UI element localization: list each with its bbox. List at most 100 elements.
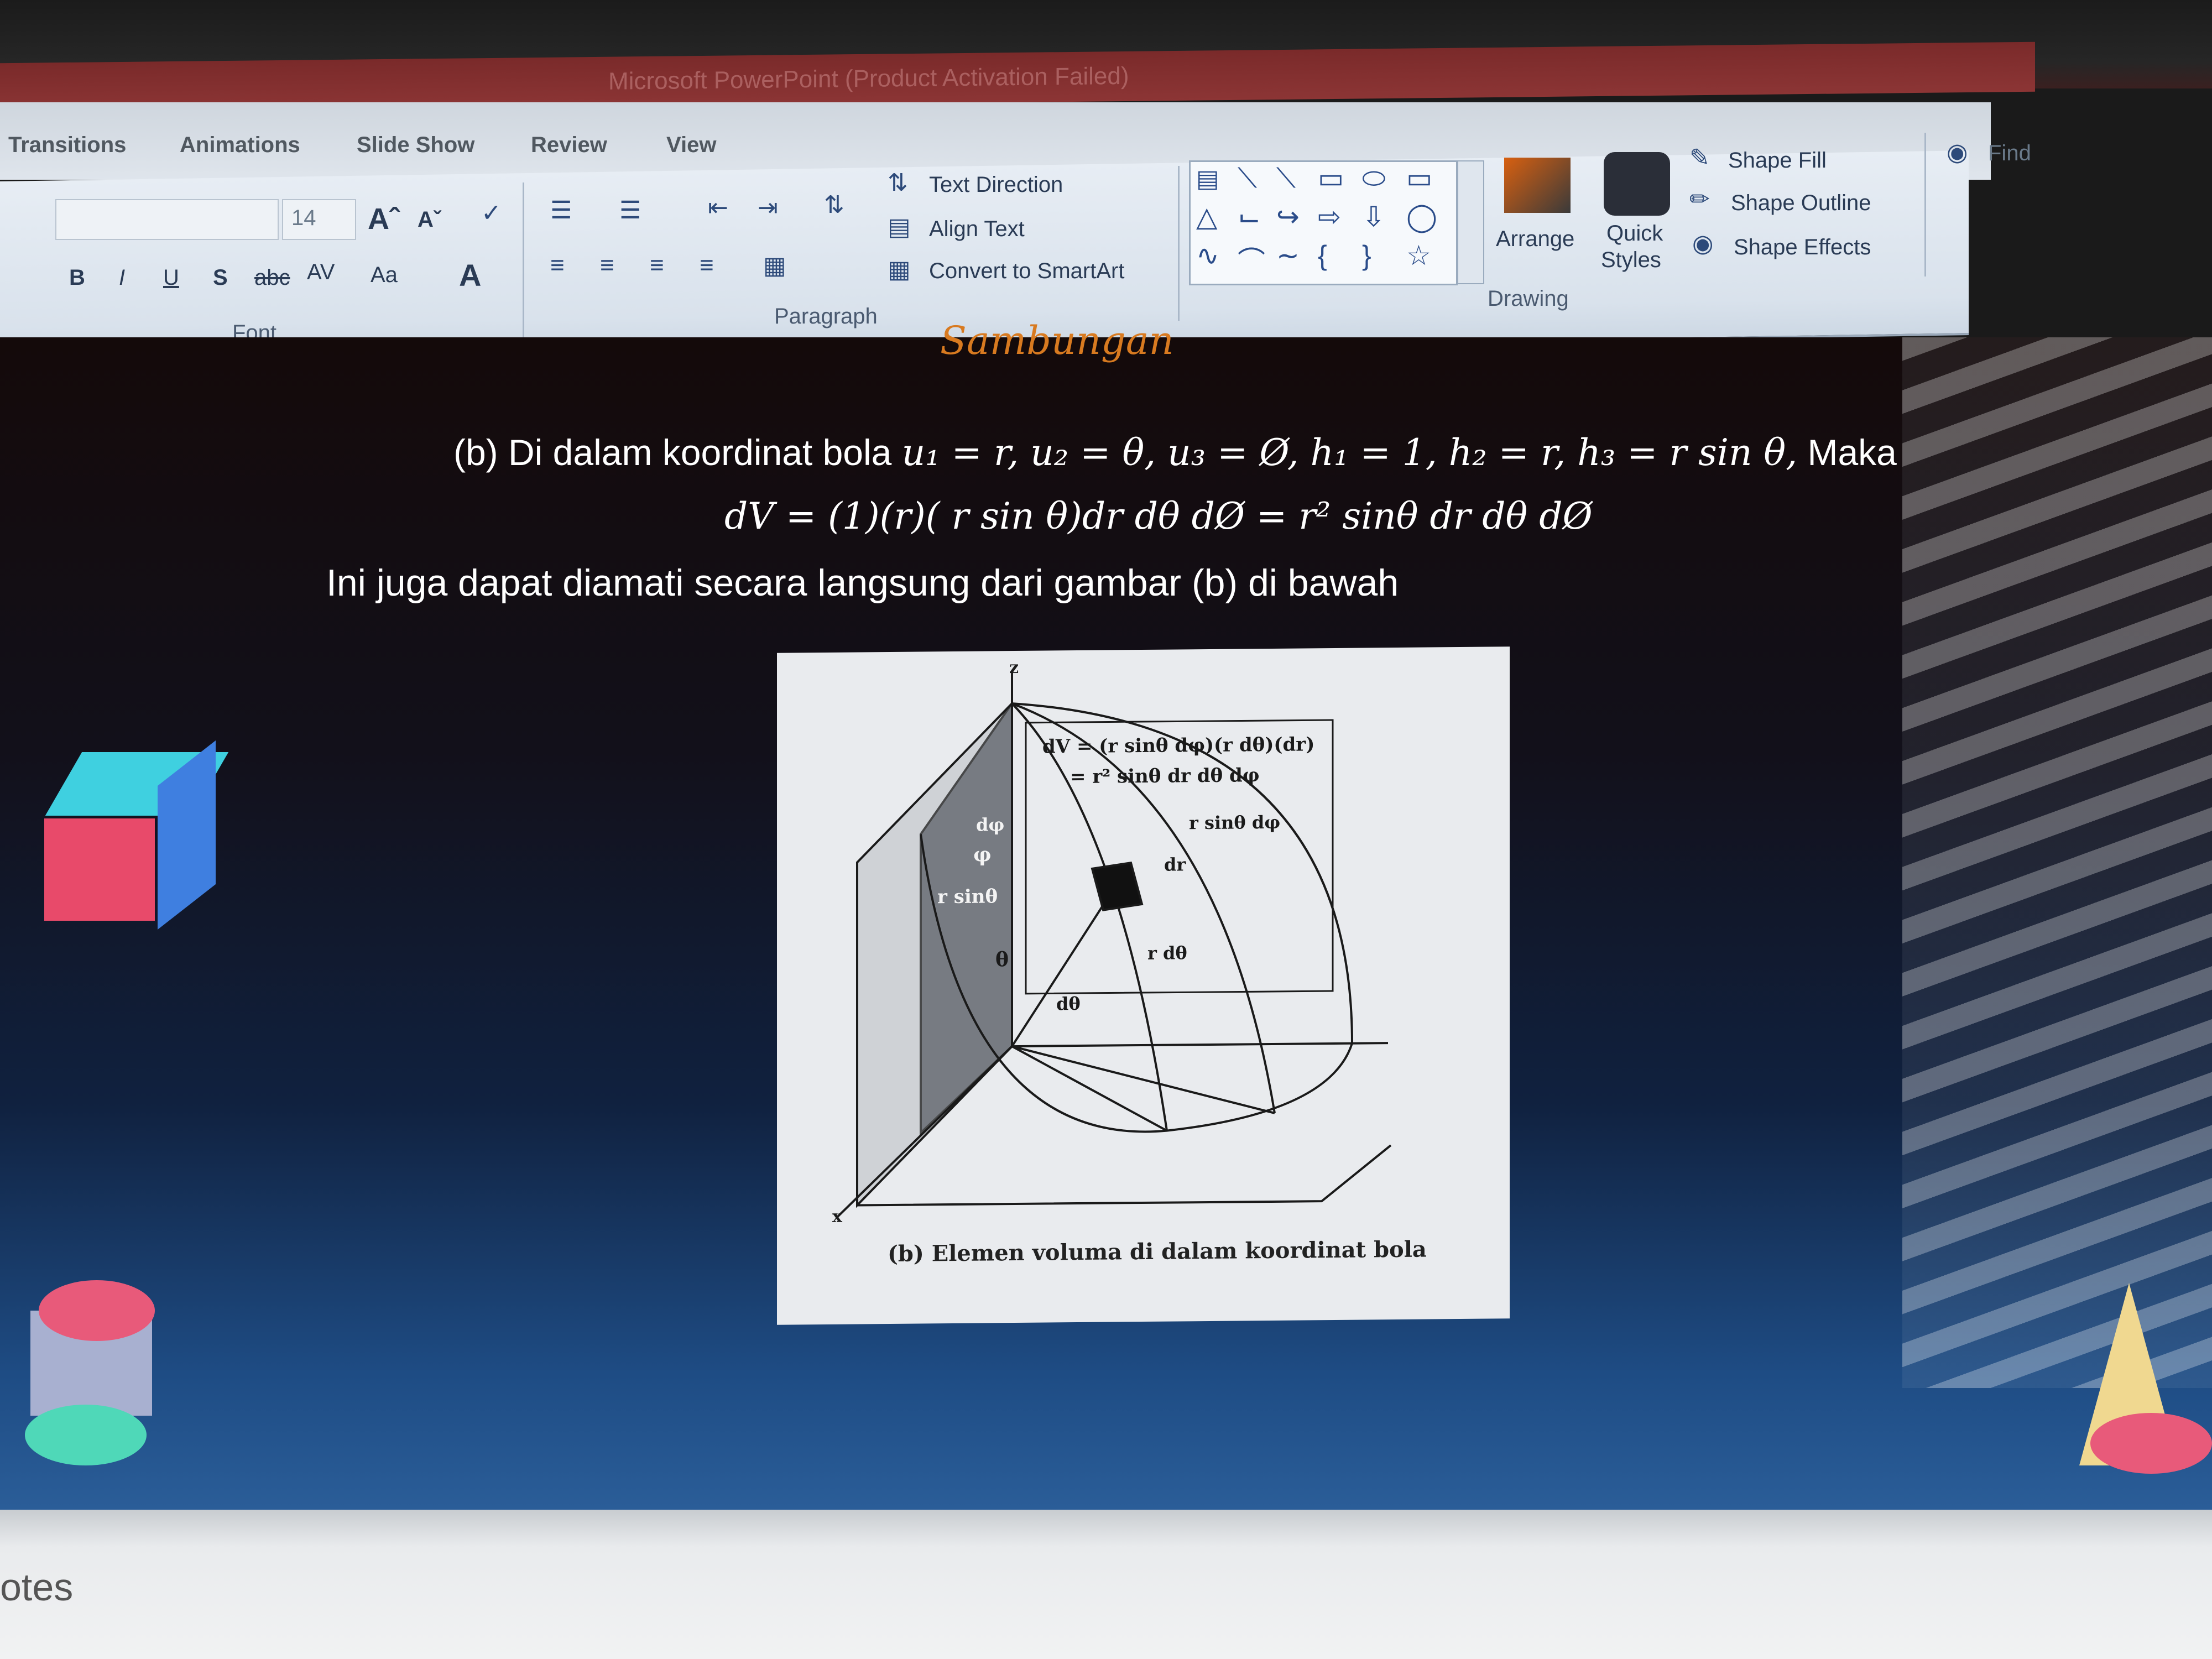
align-right-icon[interactable]: ≡ — [650, 252, 664, 279]
drawing-group-label: Drawing — [1488, 286, 1569, 311]
y-axis-line — [1012, 1042, 1388, 1048]
axis-z-label: z — [1009, 658, 1019, 677]
tab-animations[interactable]: Animations — [180, 133, 300, 158]
slide-subtitle: Sambungan — [940, 318, 1174, 363]
text-direction-icon: ⇅ — [888, 169, 908, 196]
group-separator — [1178, 166, 1180, 321]
align-text-icon: ▤ — [888, 213, 911, 241]
slide-text-line-1: (b) Di dalam koordinat bola u₁ = r, u₂ =… — [453, 431, 1897, 474]
line1-math: u₁ = r, u₂ = θ, u₃ = Ø, h₁ = 1, h₂ = r, … — [901, 431, 1798, 474]
convert-smartart-button[interactable]: Convert to SmartArt — [929, 259, 1124, 284]
elbow-arrow-shape-icon[interactable]: ↪ — [1276, 201, 1300, 233]
arrow-line-shape-icon[interactable]: ⟍ — [1276, 162, 1296, 195]
axis-x-label: x — [832, 1207, 843, 1227]
rectangle-shape-icon[interactable]: ▭ — [1318, 162, 1344, 194]
character-spacing-button[interactable]: AV — [307, 260, 335, 285]
slide-text-line-3: Ini juga dapat diamati secara langsung d… — [326, 562, 1399, 604]
align-left-icon[interactable]: ≡ — [550, 252, 565, 279]
quick-styles-label-2[interactable]: Styles — [1601, 248, 1661, 273]
strikethrough-button[interactable]: abc — [254, 265, 290, 290]
label-rdtheta: r dθ — [1147, 942, 1187, 964]
right-brace-shape-icon[interactable]: } — [1362, 239, 1371, 272]
rounded-rectangle-shape-icon[interactable]: ▭ — [1406, 162, 1432, 194]
underline-button[interactable]: U — [163, 265, 179, 290]
oval-shape-icon[interactable]: ⬭ — [1362, 162, 1386, 195]
cylinder-top-shape — [39, 1280, 155, 1341]
increase-indent-icon[interactable]: ⇥ — [758, 194, 778, 222]
left-brace-shape-icon[interactable]: { — [1318, 239, 1327, 272]
notes-placeholder: otes — [0, 1566, 74, 1609]
cube-front-shape — [44, 818, 155, 921]
window-title: Microsoft PowerPoint (Product Activation… — [608, 62, 1129, 95]
arc-shape-icon[interactable]: ⌒ — [1238, 239, 1265, 279]
callout-shape-icon[interactable]: ◯ — [1406, 201, 1437, 233]
line1-suffix: Maka — [1797, 432, 1897, 473]
quick-styles-icon — [1604, 152, 1670, 216]
freeform-shape-icon[interactable]: ∿ — [1196, 239, 1219, 272]
label-dv2: = r² sinθ dr dθ dφ — [1070, 764, 1260, 788]
text-direction-button[interactable]: Text Direction — [929, 173, 1063, 197]
down-arrow-shape-icon[interactable]: ⇩ — [1362, 201, 1385, 233]
shape-outline-button[interactable]: Shape Outline — [1731, 191, 1871, 216]
gallery-scrollbar[interactable] — [1457, 160, 1484, 284]
tab-transitions[interactable]: Transitions — [8, 133, 126, 158]
shape-fill-icon: ✎ — [1689, 144, 1710, 171]
label-theta: θ — [995, 948, 1009, 971]
spherical-volume-figure[interactable]: dV = (r sinθ dφ)(r dθ)(dr) = r² sinθ dr … — [777, 646, 1510, 1325]
shapes-gallery[interactable]: ▤ ⟍ ⟍ ▭ ⬭ ▭ △ ⌙ ↪ ⇨ ⇩ ◯ ∿ ⌒ ∼ { } ☆ — [1189, 160, 1458, 285]
paragraph-group-label: Paragraph — [774, 304, 878, 328]
find-button[interactable]: Find — [1988, 141, 2031, 166]
shape-effects-button[interactable]: Shape Effects — [1734, 235, 1871, 260]
radius-line — [1011, 887, 1115, 1047]
numbering-icon[interactable]: ☰ — [619, 196, 641, 225]
bullets-icon[interactable]: ☰ — [550, 196, 572, 225]
radius-line-3 — [1011, 1045, 1275, 1114]
line-shape-icon[interactable]: ⟍ — [1238, 162, 1257, 195]
font-size-box[interactable]: 14 — [282, 199, 356, 240]
line-spacing-icon[interactable]: ⇅ — [824, 191, 844, 219]
textbox-shape-icon[interactable]: ▤ — [1196, 165, 1219, 193]
bold-button[interactable]: B — [69, 265, 85, 290]
align-text-button[interactable]: Align Text — [929, 217, 1025, 242]
justify-icon[interactable]: ≡ — [700, 252, 714, 279]
cylinder-bottom-shape — [25, 1405, 147, 1465]
meridian-mid2 — [1011, 702, 1276, 1114]
align-center-icon[interactable]: ≡ — [600, 252, 614, 279]
triangle-shape-icon[interactable]: △ — [1196, 201, 1217, 233]
notes-pane[interactable] — [0, 1510, 2212, 1659]
spherical-diagram: dV = (r sinθ dφ)(r dθ)(dr) = r² sinθ dr … — [832, 658, 1392, 1227]
shrink-font-button[interactable]: Aˇ — [418, 207, 441, 232]
tab-view[interactable]: View — [666, 133, 716, 158]
shape-outline-icon: ✏ — [1689, 186, 1710, 213]
label-rsin: r sinθ — [937, 885, 998, 908]
font-color-button[interactable]: A — [459, 257, 481, 293]
star-shape-icon[interactable]: ☆ — [1406, 239, 1431, 272]
arrange-button[interactable]: Arrange — [1496, 227, 1574, 252]
shadow-button[interactable]: S — [213, 265, 228, 290]
change-case-button[interactable]: Aa — [371, 263, 398, 288]
group-separator — [523, 182, 524, 337]
elbow-connector-shape-icon[interactable]: ⌙ — [1238, 201, 1261, 233]
font-family-box[interactable] — [55, 199, 279, 240]
label-phi: φ — [973, 843, 992, 866]
right-arrow-shape-icon[interactable]: ⇨ — [1318, 201, 1341, 233]
font-size-value: 14 — [291, 206, 316, 230]
cone-base-shape — [2090, 1413, 2212, 1474]
line1-prefix: (b) Di dalam koordinat bola — [453, 432, 902, 473]
smartart-icon: ▦ — [888, 256, 911, 283]
shape-fill-button[interactable]: Shape Fill — [1728, 148, 1827, 173]
clear-formatting-icon[interactable]: ✓ — [481, 199, 502, 227]
dark-sector — [920, 700, 1013, 1136]
grow-font-button[interactable]: Aˆ — [368, 202, 399, 236]
columns-icon[interactable]: ▦ — [763, 252, 786, 280]
curve-shape-icon[interactable]: ∼ — [1276, 239, 1300, 272]
arrange-icon — [1504, 158, 1571, 213]
volume-element-box — [1091, 861, 1144, 911]
tab-review[interactable]: Review — [531, 133, 607, 158]
decrease-indent-icon[interactable]: ⇤ — [708, 194, 728, 222]
tab-slide-show[interactable]: Slide Show — [357, 133, 474, 158]
italic-button[interactable]: I — [119, 265, 125, 290]
quick-styles-label-1[interactable]: Quick — [1606, 221, 1663, 246]
label-dv1: dV = (r sinθ dφ)(r dθ)(dr) — [1042, 733, 1314, 758]
group-separator — [1924, 133, 1926, 276]
